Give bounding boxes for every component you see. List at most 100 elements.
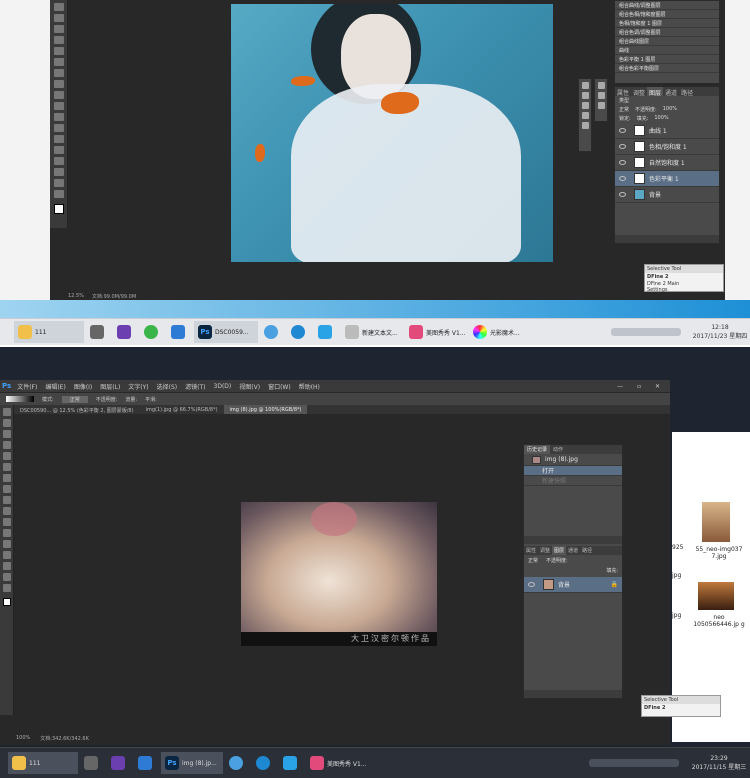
path-select-icon[interactable] xyxy=(2,551,11,559)
taskbar-app[interactable] xyxy=(134,752,159,774)
eye-icon[interactable] xyxy=(619,128,626,133)
eye-icon[interactable] xyxy=(619,160,626,165)
eye-icon[interactable] xyxy=(619,192,626,197)
history-item[interactable]: 组合色彩平衡图层 xyxy=(615,64,719,73)
clock[interactable]: 12:18 2017/11/23 星期四 xyxy=(690,323,750,341)
path-select-icon[interactable] xyxy=(53,157,64,165)
taskbar-meitu[interactable]: 美图秀秀 V1... xyxy=(405,321,467,343)
menu-help[interactable]: 帮助(H) xyxy=(299,382,320,391)
tab-properties[interactable]: 属性 xyxy=(524,546,538,555)
layer-row[interactable]: 自然饱和度 1 xyxy=(615,155,719,171)
history-brush-icon[interactable] xyxy=(53,91,64,99)
move-tool-icon[interactable] xyxy=(2,408,11,416)
layer-row-selected[interactable]: 背景 🔒 xyxy=(524,577,622,593)
adjust-icon[interactable] xyxy=(581,102,589,109)
tools-panel[interactable] xyxy=(50,0,68,228)
taskbar-app[interactable] xyxy=(287,321,312,343)
tray-icons-row[interactable] xyxy=(589,759,679,767)
marquee-tool-icon[interactable] xyxy=(2,419,11,427)
menu-3d[interactable]: 3D(D) xyxy=(214,383,232,390)
tab-paths[interactable]: 路径 xyxy=(580,546,594,555)
blend-mode-select[interactable]: 正常 xyxy=(619,106,629,113)
brush-tool-icon[interactable] xyxy=(53,69,64,77)
marquee-tool-icon[interactable] xyxy=(53,14,64,22)
eye-icon[interactable] xyxy=(619,144,626,149)
tab-paths[interactable]: 路径 xyxy=(679,87,695,97)
adjustment-icon-strip-2[interactable] xyxy=(594,78,608,122)
zoom-tool-icon[interactable] xyxy=(53,190,64,198)
flow-option[interactable]: 流量: xyxy=(125,396,137,403)
move-tool-icon[interactable] xyxy=(53,3,64,11)
taskbar-app[interactable] xyxy=(86,321,111,343)
history-item[interactable]: 色彩平衡 1 图层 xyxy=(615,55,719,64)
taskbar-folder[interactable]: 111 xyxy=(8,752,78,774)
adjust-icon[interactable] xyxy=(597,92,605,99)
tab-channels[interactable]: 通道 xyxy=(566,546,580,555)
file-thumb[interactable] xyxy=(698,582,734,610)
menu-image[interactable]: 图像(I) xyxy=(74,382,92,391)
smooth-option[interactable]: 平滑: xyxy=(145,396,157,403)
pen-tool-icon[interactable] xyxy=(53,135,64,143)
menu-edit[interactable]: 编辑(E) xyxy=(45,382,65,391)
zoom-level[interactable]: 100% xyxy=(16,735,30,743)
history-item[interactable]: 组合色调/调整图层 xyxy=(615,28,719,37)
blend-mode-select[interactable]: 正常 xyxy=(528,557,538,564)
tab-adjust[interactable]: 调整 xyxy=(631,87,647,97)
taskbar-lightmagic[interactable]: 光影魔术... xyxy=(469,321,529,343)
taskbar-app[interactable] xyxy=(225,752,250,774)
tab-layers[interactable]: 图层 xyxy=(552,546,567,555)
tray-icons[interactable] xyxy=(607,321,688,343)
dodge-tool-icon[interactable] xyxy=(2,518,11,526)
file-name[interactable]: neo 1050566446.jp g xyxy=(692,614,746,628)
pen-tool-icon[interactable] xyxy=(2,529,11,537)
layer-row[interactable]: 曲线 1 xyxy=(615,123,719,139)
adjust-icon[interactable] xyxy=(581,112,589,119)
adjust-icon[interactable] xyxy=(581,122,589,129)
tab-channels[interactable]: 通道 xyxy=(663,87,679,97)
menu-view[interactable]: 视图(V) xyxy=(239,382,260,391)
blend-row[interactable]: 正常 不透明度: 100% xyxy=(615,105,719,114)
menu-filter[interactable]: 滤镜(T) xyxy=(185,382,205,391)
selective-tool-panel[interactable]: Selective Tool DFine 2 xyxy=(641,695,721,717)
opacity-option[interactable]: 不透明度: xyxy=(96,396,118,403)
menu-window[interactable]: 窗口(W) xyxy=(268,382,291,391)
doc-tab-active[interactable]: img (8).jpg @ 100%(RGB/8*) xyxy=(223,405,308,414)
tools-panel[interactable] xyxy=(0,405,14,715)
menu-file[interactable]: 文件(F) xyxy=(17,382,37,391)
menu-type[interactable]: 文字(Y) xyxy=(128,382,148,391)
layers-footer[interactable] xyxy=(615,235,719,243)
layers-footer[interactable] xyxy=(524,690,622,698)
opacity-label[interactable]: 不透明度: xyxy=(546,557,568,564)
canvas-image[interactable] xyxy=(231,4,553,262)
canvas-image[interactable]: 大卫汉密尔顿作品 xyxy=(241,502,437,646)
stamp-tool-icon[interactable] xyxy=(53,80,64,88)
window-controls[interactable]: — ▫ ✕ xyxy=(617,383,666,390)
tab-properties[interactable]: 属性 xyxy=(615,87,631,97)
layer-row[interactable]: 背景 xyxy=(615,187,719,203)
crop-tool-icon[interactable] xyxy=(53,36,64,44)
eyedropper-tool-icon[interactable] xyxy=(53,47,64,55)
dodge-tool-icon[interactable] xyxy=(53,124,64,132)
mode-select[interactable]: 正常 xyxy=(61,395,88,403)
menu-layer[interactable]: 图层(L) xyxy=(100,382,120,391)
fill-label[interactable]: 填充: xyxy=(606,567,618,574)
tab-layers[interactable]: 图层 xyxy=(647,87,664,97)
tray-icons-row[interactable] xyxy=(611,328,681,336)
lock-row[interactable]: 锁定: 填充: 100% xyxy=(615,114,719,123)
hand-tool-icon[interactable] xyxy=(2,573,11,581)
filter-label[interactable]: 类型 xyxy=(619,97,629,104)
taskbar-notepad[interactable]: 新建文本文... xyxy=(341,321,403,343)
taskbar-folder[interactable]: 111 xyxy=(14,321,84,343)
gradient-tool-icon[interactable] xyxy=(2,507,11,515)
taskbar-app[interactable] xyxy=(140,321,165,343)
taskbar-app[interactable] xyxy=(80,752,105,774)
history-item[interactable]: 曲线 xyxy=(615,46,719,55)
taskbar-photoshop[interactable]: Ps DSC0059... xyxy=(194,321,258,343)
stamp-tool-icon[interactable] xyxy=(2,485,11,493)
tab-adjust[interactable]: 调整 xyxy=(538,546,552,555)
menu-select[interactable]: 选择(S) xyxy=(157,382,178,391)
gradient-preview[interactable] xyxy=(6,396,34,402)
color-swatch[interactable] xyxy=(53,204,64,214)
selective-tool-panel[interactable]: Selective Tool DFine 2 DFine 2 Main Sett… xyxy=(644,264,724,293)
shape-tool-icon[interactable] xyxy=(53,168,64,176)
